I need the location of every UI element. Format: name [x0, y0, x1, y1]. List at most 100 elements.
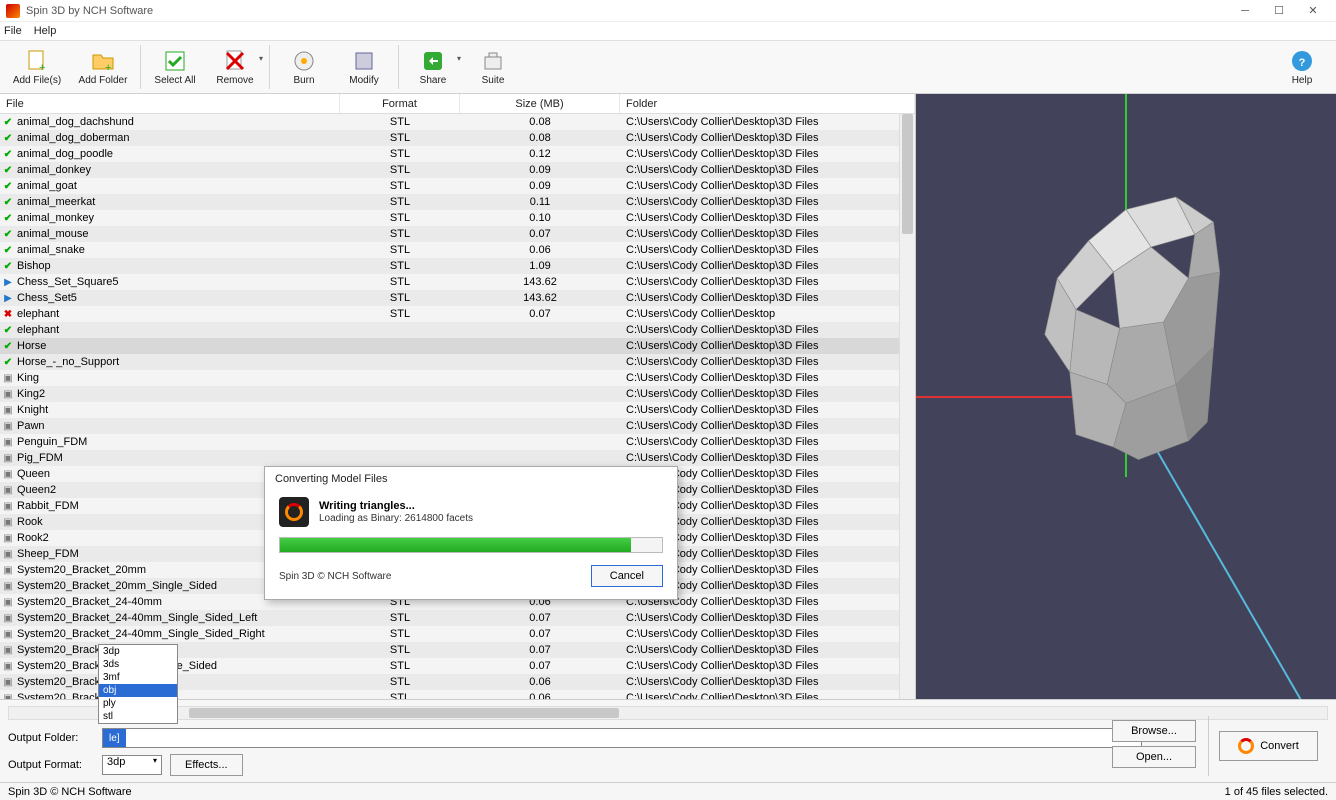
column-size[interactable]: Size (MB) — [460, 94, 620, 113]
file-folder: C:\Users\Cody Collier\Desktop\3D Files — [620, 244, 915, 256]
file-name: Knight — [17, 404, 48, 416]
table-row[interactable]: ✖elephantSTL0.07C:\Users\Cody Collier\De… — [0, 306, 915, 322]
file-folder: C:\Users\Cody Collier\Desktop\3D Files — [620, 116, 915, 128]
file-format: STL — [340, 196, 460, 208]
file-name: animal_dog_dachshund — [17, 116, 134, 128]
file-folder: C:\Users\Cody Collier\Desktop\3D Files — [620, 436, 915, 448]
column-headers: File Format Size (MB) Folder — [0, 94, 915, 114]
file-name: animal_meerkat — [17, 196, 95, 208]
toolbar-separator — [398, 45, 399, 89]
cancel-button[interactable]: Cancel — [591, 565, 663, 587]
file-size: 0.12 — [460, 148, 620, 160]
svg-text:+: + — [105, 62, 111, 73]
column-file[interactable]: File — [0, 94, 340, 113]
file-format: STL — [340, 612, 460, 624]
output-format-label: Output Format: — [8, 759, 94, 771]
table-row[interactable]: ✔animal_mouseSTL0.07C:\Users\Cody Collie… — [0, 226, 915, 242]
status-icon: ▣ — [2, 580, 14, 592]
format-option[interactable]: 3dp — [99, 645, 177, 658]
format-option[interactable]: 3mf — [99, 671, 177, 684]
table-row[interactable]: ✔animal_dog_dachshundSTL0.08C:\Users\Cod… — [0, 114, 915, 130]
output-format-dropdown[interactable]: 3dp3ds3mfobjplystl — [98, 644, 178, 724]
status-icon: ▣ — [2, 612, 14, 624]
table-row[interactable]: ▶Chess_Set_Square5STL143.62C:\Users\Cody… — [0, 274, 915, 290]
model-preview — [996, 185, 1256, 488]
burn-button[interactable]: Burn — [274, 42, 334, 92]
table-row[interactable]: ▣PawnC:\Users\Cody Collier\Desktop\3D Fi… — [0, 418, 915, 434]
output-format-select[interactable]: 3dp ▾ — [102, 755, 162, 775]
menu-file[interactable]: File — [4, 25, 22, 37]
table-row[interactable]: ✔Horse_-_no_SupportC:\Users\Cody Collier… — [0, 354, 915, 370]
table-row[interactable]: ✔elephantC:\Users\Cody Collier\Desktop\3… — [0, 322, 915, 338]
table-row[interactable]: ▣KingC:\Users\Cody Collier\Desktop\3D Fi… — [0, 370, 915, 386]
minimize-button[interactable]: ─ — [1228, 2, 1262, 20]
table-row[interactable]: ✔HorseC:\Users\Cody Collier\Desktop\3D F… — [0, 338, 915, 354]
table-row[interactable]: ▶Chess_Set5STL143.62C:\Users\Cody Collie… — [0, 290, 915, 306]
file-size: 0.11 — [460, 196, 620, 208]
table-row[interactable]: ✔animal_donkeySTL0.09C:\Users\Cody Colli… — [0, 162, 915, 178]
add-files-button[interactable]: + Add File(s) — [4, 42, 70, 92]
table-row[interactable]: ✔animal_dog_dobermanSTL0.08C:\Users\Cody… — [0, 130, 915, 146]
close-button[interactable]: ✕ — [1296, 2, 1330, 20]
help-button[interactable]: ? Help — [1272, 42, 1332, 92]
file-name: Rabbit_FDM — [17, 500, 79, 512]
file-size: 0.07 — [460, 628, 620, 640]
select-all-button[interactable]: Select All — [145, 42, 205, 92]
table-row[interactable]: ✔animal_dog_poodleSTL0.12C:\Users\Cody C… — [0, 146, 915, 162]
effects-button[interactable]: Effects... — [170, 754, 243, 776]
table-row[interactable]: ✔animal_meerkatSTL0.11C:\Users\Cody Coll… — [0, 194, 915, 210]
status-icon: ✖ — [2, 308, 14, 320]
table-row[interactable]: ✔BishopSTL1.09C:\Users\Cody Collier\Desk… — [0, 258, 915, 274]
table-row[interactable]: ✔animal_snakeSTL0.06C:\Users\Cody Collie… — [0, 242, 915, 258]
file-format: STL — [340, 132, 460, 144]
file-format: STL — [340, 628, 460, 640]
file-name: System20_Brack — [17, 676, 100, 688]
file-folder: C:\Users\Cody Collier\Desktop\3D Files — [620, 676, 915, 688]
dropdown-caret-icon[interactable]: ▾ — [457, 54, 461, 63]
output-folder-input[interactable]: le] — [102, 728, 1142, 748]
file-name: elephant — [17, 324, 59, 336]
file-folder: C:\Users\Cody Collier\Desktop\3D Files — [620, 132, 915, 144]
file-format: STL — [340, 148, 460, 160]
vertical-scrollbar[interactable] — [899, 114, 915, 699]
table-row[interactable]: ▣System20_Bracket_24-40mm_Single_Sided_R… — [0, 626, 915, 642]
status-icon: ▣ — [2, 564, 14, 576]
file-size: 0.08 — [460, 116, 620, 128]
scrollbar-thumb[interactable] — [189, 708, 619, 718]
output-folder-segment: le] — [103, 729, 126, 747]
maximize-button[interactable]: ☐ — [1262, 2, 1296, 20]
suite-button[interactable]: Suite — [463, 42, 523, 92]
column-format[interactable]: Format — [340, 94, 460, 113]
dropdown-caret-icon[interactable]: ▾ — [259, 54, 263, 63]
status-icon: ▣ — [2, 644, 14, 656]
file-format: STL — [340, 244, 460, 256]
table-row[interactable]: ▣Pig_FDMC:\Users\Cody Collier\Desktop\3D… — [0, 450, 915, 466]
convert-button[interactable]: Convert — [1219, 731, 1318, 761]
format-option[interactable]: obj — [99, 684, 177, 697]
scrollbar-thumb[interactable] — [902, 114, 913, 234]
file-folder: C:\Users\Cody Collier\Desktop\3D Files — [620, 356, 915, 368]
table-row[interactable]: ✔animal_goatSTL0.09C:\Users\Cody Collier… — [0, 178, 915, 194]
modify-button[interactable]: Modify — [334, 42, 394, 92]
preview-pane[interactable] — [916, 94, 1336, 699]
remove-button[interactable]: Remove ▾ — [205, 42, 265, 92]
file-format: STL — [340, 164, 460, 176]
open-button[interactable]: Open... — [1112, 746, 1196, 768]
column-folder[interactable]: Folder — [620, 94, 915, 113]
table-row[interactable]: ▣Penguin_FDMC:\Users\Cody Collier\Deskto… — [0, 434, 915, 450]
dialog-status-line2: Loading as Binary: 2614800 facets — [319, 513, 473, 524]
share-button[interactable]: Share ▾ — [403, 42, 463, 92]
add-folder-button[interactable]: + Add Folder — [70, 42, 136, 92]
browse-button[interactable]: Browse... — [1112, 720, 1196, 742]
file-list-body[interactable]: ✔animal_dog_dachshundSTL0.08C:\Users\Cod… — [0, 114, 915, 699]
horizontal-scrollbar[interactable] — [8, 706, 1328, 720]
table-row[interactable]: ▣KnightC:\Users\Cody Collier\Desktop\3D … — [0, 402, 915, 418]
table-row[interactable]: ✔animal_monkeySTL0.10C:\Users\Cody Colli… — [0, 210, 915, 226]
table-row[interactable]: ▣System20_Bracket_24-40mm_Single_Sided_L… — [0, 610, 915, 626]
table-row[interactable]: ▣King2C:\Users\Cody Collier\Desktop\3D F… — [0, 386, 915, 402]
format-option[interactable]: stl — [99, 710, 177, 723]
output-folder-label: Output Folder: — [8, 732, 94, 744]
format-option[interactable]: 3ds — [99, 658, 177, 671]
format-option[interactable]: ply — [99, 697, 177, 710]
menu-help[interactable]: Help — [34, 25, 57, 37]
